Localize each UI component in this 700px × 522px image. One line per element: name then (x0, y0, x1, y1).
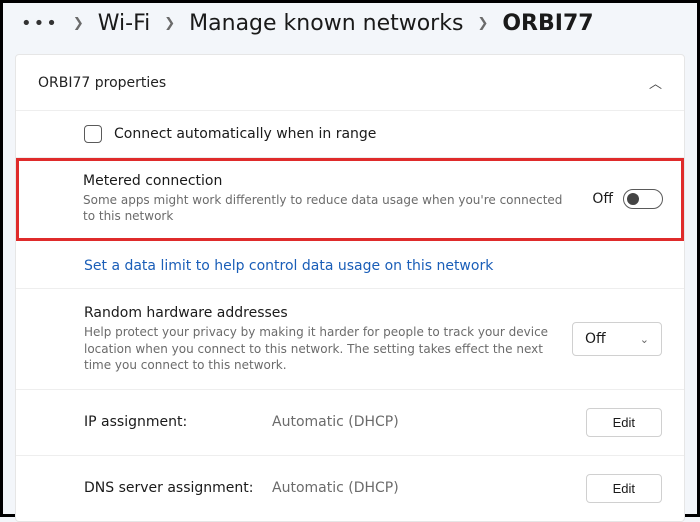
ip-edit-button[interactable]: Edit (586, 408, 662, 437)
properties-header[interactable]: ORBI77 properties ︿ (16, 55, 684, 111)
random-hw-texts: Random hardware addresses Help protect y… (84, 305, 556, 373)
breadcrumb-manage-networks[interactable]: Manage known networks (189, 11, 463, 36)
ip-assignment-value: Automatic (DHCP) (272, 414, 568, 430)
metered-toggle[interactable] (623, 189, 663, 209)
data-limit-row: Set a data limit to help control data us… (16, 241, 684, 289)
breadcrumb-current-network: ORBI77 (502, 11, 593, 36)
metered-texts: Metered connection Some apps might work … (83, 173, 576, 224)
metered-connection-row: Metered connection Some apps might work … (16, 158, 684, 241)
random-hw-description: Help protect your privacy by making it h… (84, 324, 556, 373)
chevron-down-icon: ⌄ (640, 333, 649, 346)
chevron-right-icon: ❯ (477, 16, 488, 31)
breadcrumb-wifi[interactable]: Wi-Fi (98, 11, 151, 36)
auto-connect-checkbox[interactable] (84, 125, 102, 143)
breadcrumb: ••• ❯ Wi-Fi ❯ Manage known networks ❯ OR… (3, 3, 697, 54)
ip-assignment-row: IP assignment: Automatic (DHCP) Edit (16, 390, 684, 456)
dns-assignment-row: DNS server assignment: Automatic (DHCP) … (16, 456, 684, 521)
random-hw-dropdown[interactable]: Off ⌄ (572, 322, 662, 356)
properties-panel: ORBI77 properties ︿ Connect automaticall… (15, 54, 685, 522)
metered-description: Some apps might work differently to redu… (83, 192, 576, 224)
ip-assignment-label: IP assignment: (84, 414, 254, 430)
dns-assignment-value: Automatic (DHCP) (272, 480, 568, 496)
auto-connect-row: Connect automatically when in range (16, 111, 684, 158)
set-data-limit-link[interactable]: Set a data limit to help control data us… (84, 258, 493, 274)
panel-title: ORBI77 properties (38, 75, 166, 91)
chevron-right-icon: ❯ (164, 16, 175, 31)
metered-title: Metered connection (83, 173, 576, 189)
metered-toggle-group: Off (592, 189, 663, 209)
dns-edit-button[interactable]: Edit (586, 474, 662, 503)
auto-connect-label: Connect automatically when in range (114, 126, 376, 142)
random-hw-dropdown-value: Off (585, 331, 606, 347)
metered-toggle-state: Off (592, 191, 613, 207)
chevron-up-icon: ︿ (649, 73, 662, 92)
random-hardware-row: Random hardware addresses Help protect y… (16, 289, 684, 390)
more-icon[interactable]: ••• (21, 13, 59, 34)
chevron-right-icon: ❯ (73, 16, 84, 31)
dns-assignment-label: DNS server assignment: (84, 480, 254, 496)
toggle-knob (627, 193, 639, 205)
random-hw-title: Random hardware addresses (84, 305, 556, 321)
